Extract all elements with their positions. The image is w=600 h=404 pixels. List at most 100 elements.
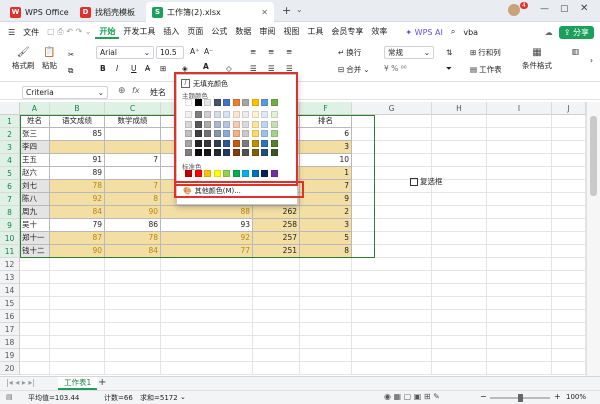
- table-cell[interactable]: 钱十二: [20, 245, 50, 258]
- grid-cell[interactable]: [432, 115, 487, 128]
- column-header[interactable]: C: [105, 102, 161, 115]
- grid-cell[interactable]: [552, 284, 586, 297]
- theme-shade-swatch[interactable]: [223, 130, 230, 137]
- grid-cell[interactable]: [50, 258, 105, 271]
- theme-shade-swatch[interactable]: [270, 149, 278, 156]
- close-tab-icon[interactable]: ✕: [261, 8, 268, 17]
- row-header[interactable]: 19: [0, 349, 20, 362]
- theme-shade-swatch[interactable]: [270, 111, 278, 118]
- view-mode-icons[interactable]: ◉ ▦ ▢ ▣ ⊞ ✎: [384, 392, 440, 401]
- align-bottom-icon[interactable]: ≡: [286, 47, 292, 56]
- grid-cell[interactable]: [300, 258, 352, 271]
- grid-cell[interactable]: [352, 193, 432, 206]
- grid-cell[interactable]: [552, 141, 586, 154]
- theme-shade-swatch[interactable]: [261, 139, 268, 147]
- table-cell[interactable]: 10: [300, 154, 352, 167]
- table-cell[interactable]: [105, 141, 161, 154]
- align-center-icon[interactable]: ☰: [268, 64, 275, 73]
- theme-shade-swatch[interactable]: [194, 111, 202, 118]
- rows-cols-button[interactable]: ⊞ 行和列: [470, 47, 501, 58]
- wrap-text-button[interactable]: ↵ 换行: [338, 47, 361, 58]
- theme-shade-swatch[interactable]: [232, 111, 240, 118]
- row-header[interactable]: 14: [0, 284, 20, 297]
- font-color-icon[interactable]: A: [203, 62, 209, 74]
- grid-cell[interactable]: [552, 180, 586, 193]
- cell-style-icon[interactable]: ▥: [572, 47, 579, 56]
- grid-cell[interactable]: [253, 310, 300, 323]
- grid-cell[interactable]: [432, 349, 487, 362]
- row-header[interactable]: 4: [0, 154, 20, 167]
- table-cell[interactable]: 陈八: [20, 193, 50, 206]
- theme-shade-swatch[interactable]: [204, 120, 211, 128]
- standard-color-swatch[interactable]: [223, 170, 230, 177]
- underline-button[interactable]: U: [131, 64, 137, 73]
- grid-cell[interactable]: [50, 284, 105, 297]
- no-fill-option[interactable]: / 无填充颜色: [181, 78, 293, 89]
- grid-cell[interactable]: [352, 141, 432, 154]
- border-icon[interactable]: ⊞: [160, 64, 166, 73]
- theme-color-swatch[interactable]: [185, 99, 192, 106]
- theme-color-swatch[interactable]: [232, 99, 240, 106]
- grid-cell[interactable]: [50, 336, 105, 349]
- theme-shade-swatch[interactable]: [232, 139, 240, 147]
- grid-cell[interactable]: [487, 284, 552, 297]
- grid-cell[interactable]: [487, 115, 552, 128]
- theme-shade-swatch[interactable]: [204, 139, 211, 147]
- theme-color-swatch[interactable]: [223, 99, 230, 106]
- theme-shade-swatch[interactable]: [261, 149, 268, 156]
- table-cell[interactable]: 2: [300, 206, 352, 219]
- ribbon-more-icon[interactable]: ›: [590, 56, 593, 65]
- font-decrease-icon[interactable]: A⁻: [204, 47, 213, 56]
- tab-docer-templates[interactable]: D 找稻壳模板: [74, 2, 141, 22]
- zoom-slider-thumb[interactable]: [518, 394, 523, 402]
- theme-shade-swatch[interactable]: [185, 149, 192, 156]
- grid-cell[interactable]: [432, 154, 487, 167]
- grid-cell[interactable]: [20, 336, 50, 349]
- grid-cell[interactable]: [432, 258, 487, 271]
- grid-cell[interactable]: [300, 284, 352, 297]
- table-cell[interactable]: 3: [300, 219, 352, 232]
- grid-cell[interactable]: [300, 310, 352, 323]
- grid-cell[interactable]: [552, 154, 586, 167]
- grid-cell[interactable]: [432, 193, 487, 206]
- table-cell[interactable]: 6: [300, 128, 352, 141]
- grid-cell[interactable]: [487, 193, 552, 206]
- sheet-tab-active[interactable]: 工作表1: [58, 377, 98, 390]
- grid-cell[interactable]: [487, 310, 552, 323]
- grid-cell[interactable]: [487, 141, 552, 154]
- grid-cell[interactable]: [432, 128, 487, 141]
- menu-icons[interactable]: ▢ ⎙ ↶ ↷ ⌄: [43, 27, 95, 37]
- grid-cell[interactable]: [50, 297, 105, 310]
- italic-button[interactable]: I: [116, 64, 118, 73]
- theme-shade-swatch[interactable]: [251, 130, 259, 137]
- grid-cell[interactable]: [487, 258, 552, 271]
- grid-cell[interactable]: [20, 349, 50, 362]
- grid-cell[interactable]: [20, 284, 50, 297]
- menu-file[interactable]: 文件: [19, 27, 43, 38]
- grid-cell[interactable]: [352, 232, 432, 245]
- checkbox-control[interactable]: 复选框: [410, 176, 443, 187]
- theme-color-swatch[interactable]: [270, 99, 278, 106]
- grid-cell[interactable]: [552, 245, 586, 258]
- grid-cell[interactable]: [161, 284, 253, 297]
- row-header[interactable]: 20: [0, 362, 20, 375]
- grid-cell[interactable]: [253, 297, 300, 310]
- grid-cell[interactable]: [253, 271, 300, 284]
- menu-item[interactable]: 开始: [95, 26, 120, 39]
- grid-cell[interactable]: [552, 362, 586, 375]
- grid-cell[interactable]: [487, 349, 552, 362]
- grid-cell[interactable]: [300, 271, 352, 284]
- grid-cell[interactable]: [352, 115, 432, 128]
- column-header[interactable]: F: [300, 102, 352, 115]
- format-painter-button[interactable]: 🖌 格式刷: [12, 46, 35, 71]
- table-cell[interactable]: 78: [50, 180, 105, 193]
- worksheet-button[interactable]: ▤ 工作表: [470, 64, 502, 75]
- theme-shade-swatch[interactable]: [261, 111, 268, 118]
- merge-button[interactable]: ⊟ 合并 ⌄: [338, 64, 370, 75]
- standard-color-swatch[interactable]: [232, 170, 240, 177]
- zoom-slider[interactable]: [490, 394, 550, 402]
- theme-shade-swatch[interactable]: [242, 139, 249, 147]
- grid-cell[interactable]: [20, 323, 50, 336]
- theme-shade-swatch[interactable]: [204, 149, 211, 156]
- grid-cell[interactable]: [552, 297, 586, 310]
